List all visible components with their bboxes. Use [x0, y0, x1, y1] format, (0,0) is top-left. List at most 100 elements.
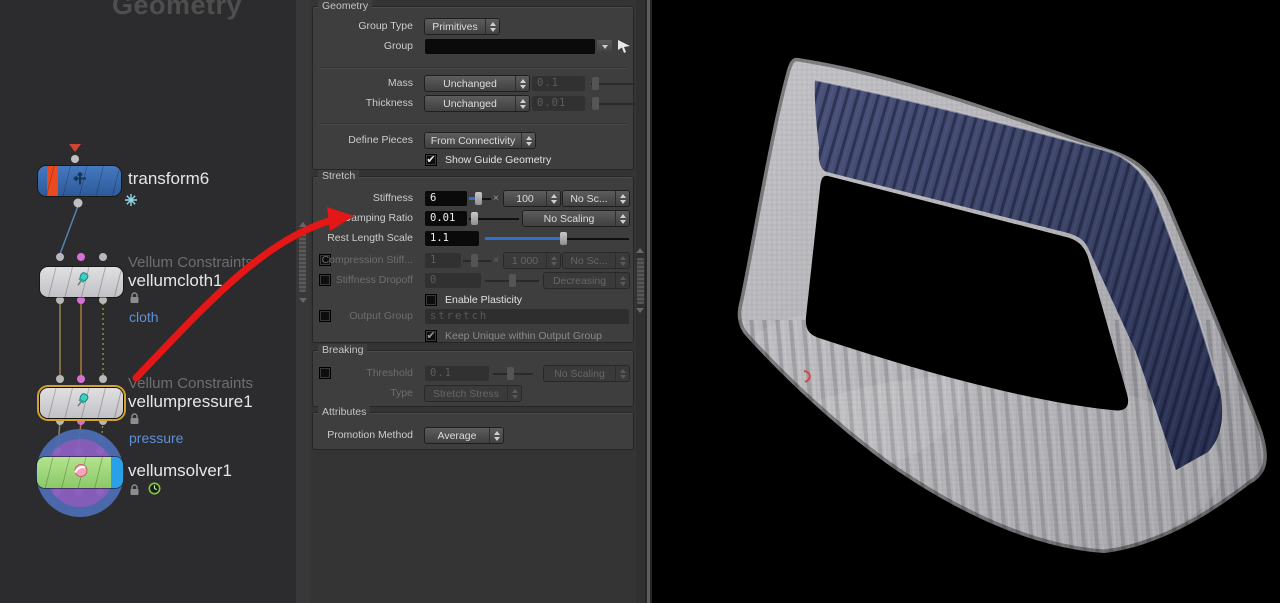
- param-label: Damping Ratio: [343, 212, 413, 224]
- group-input[interactable]: [425, 39, 595, 54]
- stiffness-slider[interactable]: [469, 191, 491, 206]
- slider-handle[interactable]: [475, 192, 482, 205]
- slider-handle[interactable]: [507, 367, 514, 380]
- define-pieces-dropdown[interactable]: From Connectivity: [425, 133, 535, 148]
- node-vellumcloth1[interactable]: [40, 267, 123, 297]
- show-guide-checkbox[interactable]: ✔: [425, 154, 437, 166]
- dropoff-mode-dropdown[interactable]: Decreasing: [544, 273, 629, 288]
- section-geometry: Geometry Group Type Primitives Group Mas…: [312, 0, 635, 170]
- node-wires: [53, 144, 107, 496]
- dropoff-slider[interactable]: [485, 273, 539, 288]
- slider-handle[interactable]: [509, 274, 516, 287]
- rest-length-slider[interactable]: [485, 231, 629, 246]
- compression-field[interactable]: 1: [425, 253, 461, 268]
- pin-icon: [73, 392, 91, 415]
- stiffness-exponent-spinner[interactable]: 100: [504, 191, 560, 206]
- parameter-scrollbar[interactable]: [636, 0, 645, 603]
- cloth-simulation-render: [737, 57, 1267, 553]
- compression-exponent-spinner[interactable]: 1 000: [504, 253, 560, 268]
- thickness-value-field[interactable]: 0.01: [532, 96, 585, 111]
- pane-divider[interactable]: [296, 0, 310, 603]
- pick-pointer-icon[interactable]: [617, 39, 632, 57]
- thickness-slider[interactable]: [591, 96, 635, 111]
- multiply-sign: ×: [493, 255, 499, 266]
- lock-icon: [129, 291, 140, 309]
- dropoff-field[interactable]: 0: [425, 273, 481, 288]
- scroll-down-icon[interactable]: [299, 298, 307, 303]
- keep-unique-checkbox[interactable]: ✔: [425, 330, 437, 342]
- node-title: vellumsolver1: [128, 461, 232, 480]
- slider-handle[interactable]: [471, 254, 478, 267]
- threshold-scale-dropdown[interactable]: No Scaling: [544, 366, 629, 381]
- parameter-editor: Geometry Group Type Primitives Group Mas…: [310, 0, 636, 603]
- scroll-up-icon[interactable]: [299, 222, 307, 227]
- checkbox-label: Keep Unique within Output Group: [445, 330, 603, 342]
- promotion-method-dropdown[interactable]: Average: [425, 428, 503, 443]
- mass-mode-dropdown[interactable]: Unchanged: [425, 76, 529, 91]
- threshold-field[interactable]: 0.1: [425, 366, 489, 381]
- param-label: Define Pieces: [348, 134, 413, 146]
- viewport-divider[interactable]: [645, 0, 652, 603]
- node-context-tag[interactable]: pressure: [129, 430, 183, 446]
- node-context-tag[interactable]: cloth: [129, 309, 159, 325]
- node-title: vellumpressure1: [128, 392, 253, 411]
- lock-icon: [129, 483, 140, 501]
- scrollbar-thumb[interactable]: [637, 258, 644, 304]
- damping-scale-dropdown[interactable]: No Scaling: [523, 211, 629, 226]
- plasticity-checkbox[interactable]: [425, 294, 437, 306]
- scroll-down-icon[interactable]: [636, 308, 644, 313]
- section-title: Attributes: [318, 406, 371, 418]
- section-title: Stretch: [318, 170, 360, 182]
- output-group-input[interactable]: stretch: [425, 309, 629, 324]
- dropdown-arrow-icon: [601, 44, 608, 49]
- stiffness-scale-dropdown[interactable]: No Sc...: [563, 191, 629, 206]
- compression-scale-dropdown[interactable]: No Sc...: [563, 253, 629, 268]
- separator: [319, 67, 627, 68]
- checkbox-label: Show Guide Geometry: [445, 154, 552, 166]
- slider-handle[interactable]: [592, 77, 599, 90]
- section-breaking: Breaking Threshold 0.1 No Scaling Type S…: [312, 344, 634, 407]
- section-attributes: Attributes Promotion Method Average: [312, 406, 634, 450]
- node-vellumpressure1[interactable]: [40, 388, 123, 418]
- group-type-dropdown[interactable]: Primitives: [425, 19, 499, 34]
- time-dependent-clock-icon: [148, 482, 161, 500]
- param-label: Rest Length Scale: [327, 232, 413, 244]
- scroll-up-icon[interactable]: [636, 248, 644, 253]
- param-label: Group Type: [358, 20, 413, 32]
- param-label: Stiffness: [372, 192, 413, 204]
- thickness-mode-dropdown[interactable]: Unchanged: [425, 96, 529, 111]
- vellum-solver-icon: [71, 462, 89, 483]
- mass-slider[interactable]: [591, 76, 635, 91]
- stiffness-field[interactable]: 6: [425, 191, 467, 206]
- node-title: vellumcloth1: [128, 271, 223, 290]
- damping-slider[interactable]: [469, 211, 519, 226]
- node-vellumsolver1[interactable]: [37, 457, 123, 488]
- section-title: Geometry: [318, 0, 373, 12]
- houdini-window: Geometry transform6 Vellum Constraints v…: [0, 0, 1280, 603]
- slider-handle[interactable]: [592, 97, 599, 110]
- spinner-arrows-icon[interactable]: [485, 19, 499, 34]
- group-menu-button[interactable]: [597, 40, 612, 53]
- break-type-dropdown[interactable]: Stretch Stress: [425, 386, 521, 401]
- param-label: Mass: [387, 77, 413, 89]
- threshold-slider[interactable]: [493, 366, 533, 381]
- viewport-3d[interactable]: [652, 0, 1280, 603]
- param-label: Compression Stiff...: [321, 254, 413, 266]
- slider-handle[interactable]: [560, 232, 567, 245]
- node-transform6[interactable]: [38, 166, 121, 196]
- network-editor[interactable]: Geometry transform6 Vellum Constraints v…: [0, 0, 296, 603]
- damping-ratio-field[interactable]: 0.01: [425, 211, 467, 226]
- param-label: Output Group: [349, 310, 413, 322]
- param-label: Type: [390, 387, 413, 399]
- checkbox-label: Enable Plasticity: [445, 294, 523, 306]
- param-label: Promotion Method: [327, 429, 413, 441]
- scrollbar-thumb[interactable]: [299, 232, 306, 292]
- param-label: Thickness: [365, 97, 413, 109]
- slider-handle[interactable]: [471, 212, 478, 225]
- rest-length-scale-field[interactable]: 1.1: [425, 231, 479, 246]
- display-flag[interactable]: [111, 457, 123, 488]
- compression-slider[interactable]: [463, 253, 491, 268]
- mass-value-field[interactable]: 0.1: [532, 76, 585, 91]
- section-title: Breaking: [318, 344, 368, 356]
- param-label: Stiffness Dropoff: [335, 274, 413, 286]
